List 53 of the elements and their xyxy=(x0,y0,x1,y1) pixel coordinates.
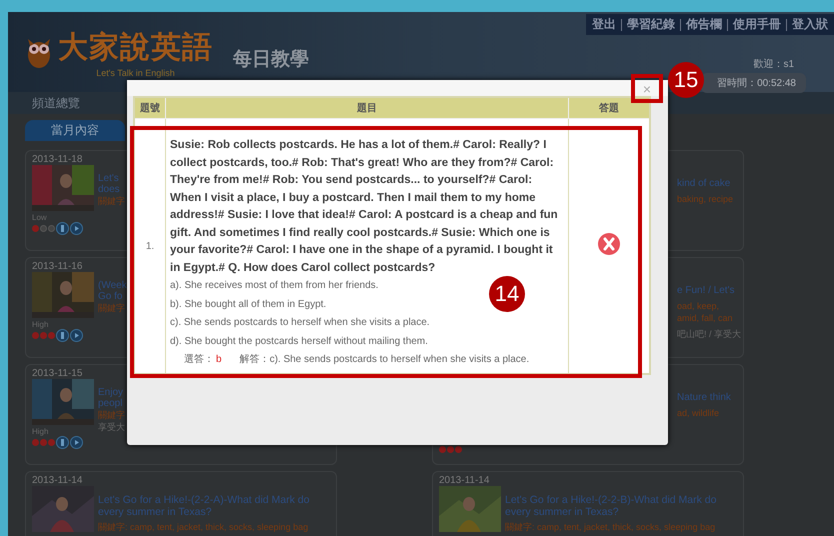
answer-option: d). She bought the postcards herself without mailing them. xyxy=(170,332,428,351)
video-icon[interactable] xyxy=(70,329,83,342)
lesson-title[interactable]: e Fun! / Let's xyxy=(677,285,742,296)
answer-option: b). She bought all of them in Egypt. xyxy=(170,296,326,314)
logo-title: 大家說英語 xyxy=(58,28,213,66)
question-number: 1. xyxy=(146,240,154,252)
lesson-title[interactable]: Let's Go for a Hike!-(2-2-B)-What did Mark do every summer in Texas? xyxy=(505,494,735,518)
lesson-title[interactable]: peopl xyxy=(98,398,125,409)
top-link[interactable]: 登出 xyxy=(592,16,616,33)
chosen-label: 選答： xyxy=(184,354,214,365)
question-text: Susie: Rob collects postcards. He has a lot of them.# Carol: Really? I collect postcards, too.# Rob: That's great! Who are they from?# Carol: They're from me!# Rob: You send postcards... to yourself?# Carol: When I visit a place, I buy a postcard. Then I mail them to my home address!# Susie: I love that idea!# Carol: A postcard is a cheap and fun gift. And sometimes I find really cool postcards.# Susie: Which one is your favorite?# Carol: I have one in the shape of a pyramid. I bought it in Egypt.# Q. How does Carol collect postcards? xyxy=(170,138,559,276)
top-link[interactable]: 登入狀 xyxy=(792,16,828,33)
date-text: 2013-11-16 xyxy=(32,261,82,272)
keywords-text: 關鍵字 xyxy=(98,409,125,421)
solution-text: 解答：c). She sends postcards to herself when she visits a place. xyxy=(240,354,530,365)
lesson-title[interactable]: Let's Go for a Hike!-(2-2-A)-What did Mark do every summer in Texas? xyxy=(98,494,328,518)
keywords-text: oad, keep, amid, fall, can xyxy=(677,300,734,324)
keywords-text: 關鍵字 xyxy=(98,302,126,314)
video-icon[interactable] xyxy=(70,436,83,449)
keywords-text: 關鍵字: camp, tent, jacket, thick, socks, sleeping bag xyxy=(505,521,716,533)
column-header: 答題 xyxy=(568,97,650,118)
top-link[interactable]: 學習紀錄 xyxy=(627,16,675,33)
lesson-title[interactable]: Nature think xyxy=(677,392,731,403)
chosen-answer: b xyxy=(216,354,222,365)
answer-option: c). She sends postcards to herself when she visits a place. xyxy=(170,314,430,332)
lesson-title[interactable]: does xyxy=(98,184,125,195)
date-text: 2013-11-15 xyxy=(32,368,82,379)
keywords-text: ad, wildlife xyxy=(677,407,720,419)
answer-option: a). She receives most of them from her friends. xyxy=(170,277,378,296)
month-tab[interactable]: 當月內容 xyxy=(25,120,125,141)
close-button[interactable]: × xyxy=(637,80,657,97)
top-link[interactable]: 佈告欄 xyxy=(686,16,722,33)
logo-subtitle: Let's Talk in English xyxy=(96,68,175,78)
section-title: 每日教學 xyxy=(233,47,309,72)
highlight-frame xyxy=(631,74,663,103)
lesson-title[interactable]: Let's xyxy=(98,173,125,184)
top-link[interactable]: 使用手冊 xyxy=(733,16,781,33)
lesson-title[interactable]: Enjoy xyxy=(98,387,125,398)
study-time-field: 習時間：00:52:48 xyxy=(701,73,806,93)
welcome-text: 歡迎：s1 xyxy=(753,58,794,71)
column-header: 題號 xyxy=(134,97,166,118)
column-header: 題目 xyxy=(166,97,568,118)
nav-link[interactable]: 頻道總覽 xyxy=(32,94,80,112)
date-text: 2013-11-18 xyxy=(32,154,82,165)
lesson-title[interactable]: Go fo xyxy=(98,291,127,302)
keywords-text: 關鍵字 xyxy=(98,195,125,207)
lesson-title[interactable]: kind of cake xyxy=(677,178,734,189)
keywords-text: baking, recipe xyxy=(677,193,734,205)
date-text: 2013-11-14 xyxy=(439,475,490,486)
video-icon[interactable] xyxy=(70,222,83,235)
keywords-text: 關鍵字: camp, tent, jacket, thick, socks, sleeping bag xyxy=(98,521,310,533)
lesson-title[interactable]: (Week xyxy=(98,280,127,291)
date-text: 2013-11-14 xyxy=(32,475,82,486)
